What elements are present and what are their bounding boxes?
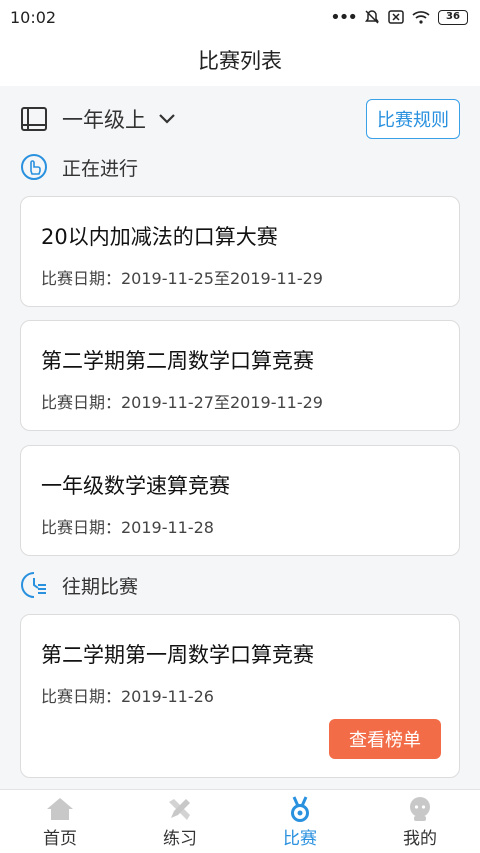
tab-label: 我的 bbox=[403, 829, 437, 849]
contest-date: 比赛日期：2019-11-28 bbox=[41, 518, 214, 537]
status-time: 10:02 bbox=[10, 7, 57, 27]
section-ongoing-label: 正在进行 bbox=[62, 157, 139, 180]
contest-date: 比赛日期：2019-11-26 bbox=[41, 687, 214, 706]
grade-label: 一年级上 bbox=[62, 108, 146, 132]
practice-icon bbox=[169, 799, 190, 820]
more-dots-icon: ••• bbox=[330, 6, 358, 28]
bottom-tab-bar: 首页 练习 比赛 我的 bbox=[0, 789, 480, 853]
grade-row: 一年级上 比赛规则 bbox=[0, 96, 480, 142]
tab-home[interactable]: 首页 bbox=[0, 790, 120, 853]
app-bar: 比赛列表 bbox=[0, 34, 480, 86]
contest-card[interactable]: 第二学期第二周数学口算竞赛 比赛日期：2019-11-27至2019-11-29 bbox=[20, 320, 460, 431]
history-clock-icon bbox=[21, 572, 46, 598]
contest-title: 20以内加减法的口算大赛 bbox=[41, 225, 278, 249]
contest-date: 比赛日期：2019-11-27至2019-11-29 bbox=[41, 393, 323, 412]
sim-off-icon bbox=[388, 10, 404, 24]
contest-title: 一年级数学速算竞赛 bbox=[41, 474, 230, 498]
tab-practice[interactable]: 练习 bbox=[120, 790, 240, 853]
tab-label: 练习 bbox=[163, 829, 197, 849]
tab-label: 首页 bbox=[43, 829, 77, 849]
contest-card[interactable]: 一年级数学速算竞赛 比赛日期：2019-11-28 bbox=[20, 445, 460, 556]
contest-card[interactable]: 第二学期第一周数学口算竞赛 比赛日期：2019-11-26 查看榜单 bbox=[20, 614, 460, 778]
contest-date: 比赛日期：2019-11-25至2019-11-29 bbox=[41, 269, 323, 288]
battery-icon: 36 bbox=[438, 9, 468, 25]
chevron-down-icon bbox=[159, 114, 175, 124]
section-past-label: 往期比赛 bbox=[62, 575, 139, 598]
medal-icon bbox=[291, 796, 309, 822]
wifi-icon bbox=[412, 11, 430, 24]
profile-icon bbox=[410, 797, 430, 821]
rules-button[interactable]: 比赛规则 bbox=[366, 99, 460, 139]
page-title: 比赛列表 bbox=[198, 49, 282, 73]
status-icons: ••• 36 bbox=[330, 7, 468, 28]
contest-card[interactable]: 20以内加减法的口算大赛 比赛日期：2019-11-25至2019-11-29 bbox=[20, 196, 460, 307]
contest-title: 第二学期第二周数学口算竞赛 bbox=[41, 349, 314, 373]
mute-bell-icon bbox=[365, 10, 379, 24]
home-icon bbox=[47, 798, 73, 820]
book-icon bbox=[21, 107, 47, 131]
tab-profile[interactable]: 我的 bbox=[360, 790, 480, 853]
status-bar: 10:02 ••• 36 bbox=[0, 0, 480, 34]
grade-selector[interactable]: 一年级上 bbox=[48, 104, 178, 134]
section-past-header: 往期比赛 bbox=[20, 571, 138, 599]
section-ongoing-header: 正在进行 bbox=[20, 153, 138, 181]
contest-title: 第二学期第一周数学口算竞赛 bbox=[41, 643, 314, 667]
hand-pointer-icon bbox=[21, 154, 47, 180]
tab-label: 比赛 bbox=[283, 829, 317, 849]
view-ranking-button[interactable]: 查看榜单 bbox=[329, 719, 441, 759]
tab-contest[interactable]: 比赛 bbox=[240, 790, 360, 853]
